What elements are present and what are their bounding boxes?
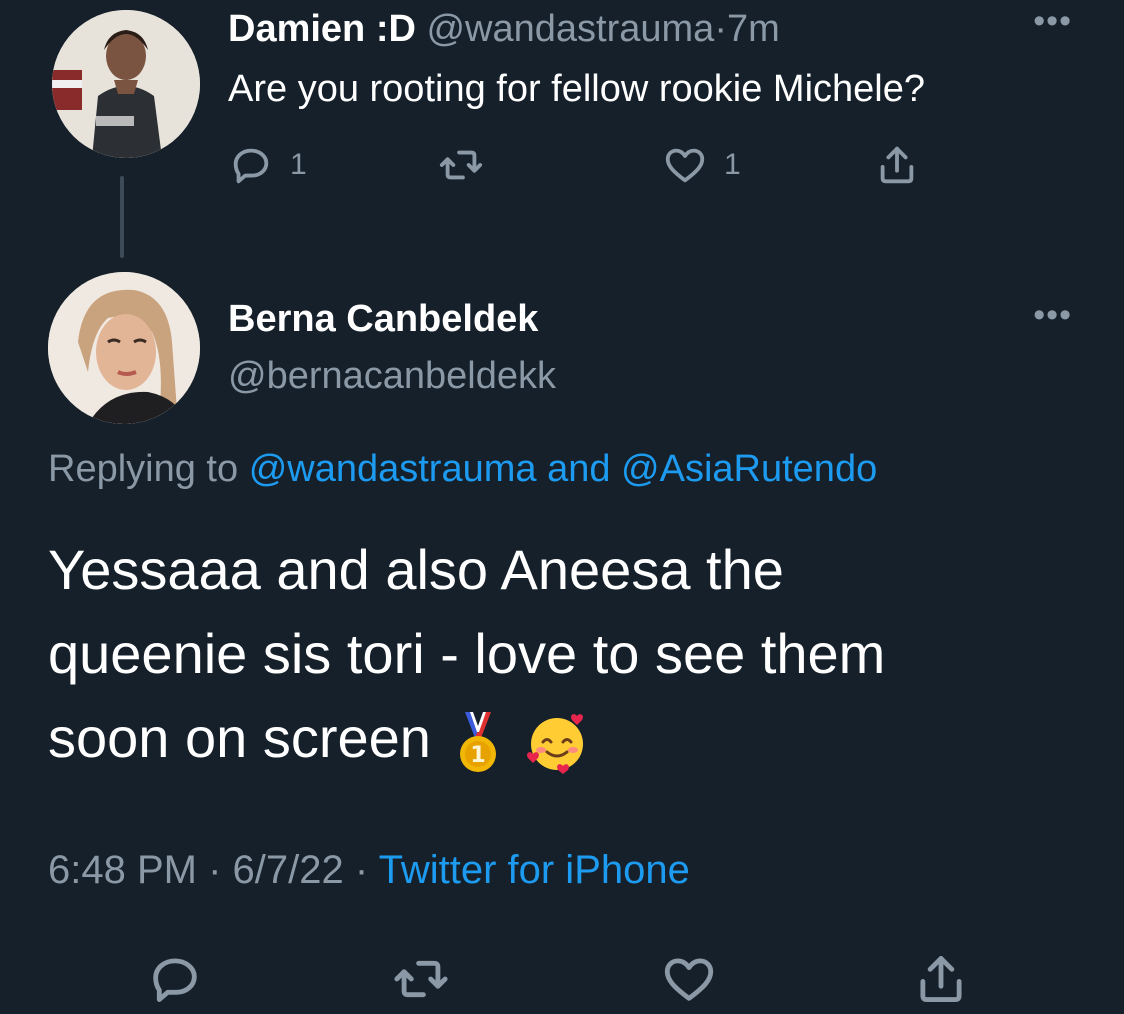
main-share-button[interactable]	[912, 950, 970, 1008]
replying-to-line: Replying to @wandastrauma and @AsiaRuten…	[48, 448, 877, 491]
medal-emoji: 1	[459, 712, 496, 773]
retweet-icon	[439, 150, 483, 180]
parent-tweet-header: Damien :D @wandastrauma·7m	[228, 8, 780, 51]
tweet-text-line-2: queenie sis tori - love to see them	[48, 622, 886, 685]
retweet-icon	[394, 960, 448, 998]
parent-tweet-text: Are you rooting for fellow rookie Michel…	[228, 68, 926, 110]
main-like-button[interactable]	[660, 950, 718, 1008]
main-more-icon[interactable]: •••	[1033, 296, 1072, 335]
parent-reply-button[interactable]: 1	[228, 142, 307, 188]
parent-separator: ·	[714, 8, 727, 50]
like-icon	[664, 958, 714, 1001]
tweet-text-line-3: soon on screen	[48, 706, 431, 769]
tweet-text-line-1: Yessaaa and also Aneesa the	[48, 538, 784, 601]
parent-retweet-button[interactable]	[438, 142, 484, 188]
tweet-time[interactable]: 6:48 PM	[48, 848, 197, 892]
tweet-source[interactable]: Twitter for iPhone	[379, 848, 690, 892]
smiling-face-with-hearts-emoji	[526, 714, 583, 775]
parent-like-count: 1	[724, 148, 741, 181]
main-tweet-text: Yessaaa and also Aneesa the queenie sis …	[48, 528, 1058, 780]
parent-share-button[interactable]	[874, 142, 920, 188]
main-reply-button[interactable]	[146, 950, 204, 1008]
parent-reply-count: 1	[290, 148, 307, 181]
share-icon	[880, 146, 914, 184]
reply-mention-1[interactable]: @wandastrauma	[249, 448, 537, 490]
parent-avatar[interactable]	[52, 10, 200, 158]
tweet-meta: 6:48 PM · 6/7/22 · Twitter for iPhone	[48, 848, 690, 893]
main-avatar[interactable]	[48, 272, 200, 424]
main-retweet-button[interactable]	[392, 950, 450, 1008]
parent-time-ago[interactable]: 7m	[727, 8, 780, 50]
meta-dot-2: ·	[354, 848, 369, 892]
replying-prefix: Replying to	[48, 448, 239, 490]
thread-connector-line	[120, 176, 124, 258]
parent-handle[interactable]: @wandastrauma	[426, 8, 714, 50]
svg-text:1: 1	[470, 743, 485, 768]
main-display-name[interactable]: Berna Canbeldek	[228, 298, 538, 341]
parent-like-button[interactable]: 1	[662, 142, 741, 188]
tweet-text-line-3-wrap: soon on screen 1	[48, 696, 1058, 780]
main-handle[interactable]: @bernacanbeldekk	[228, 355, 556, 398]
parent-more-icon[interactable]: •••	[1033, 2, 1072, 41]
reply-icon	[233, 148, 269, 184]
parent-display-name[interactable]: Damien :D	[228, 8, 416, 50]
share-icon	[920, 956, 962, 1002]
reply-mention-2[interactable]: @AsiaRutendo	[621, 448, 877, 490]
reply-icon	[153, 958, 197, 1002]
meta-dot-1: ·	[208, 848, 222, 892]
like-icon	[665, 148, 705, 183]
tweet-date[interactable]: 6/7/22	[233, 848, 344, 892]
reply-and: and	[547, 448, 611, 490]
